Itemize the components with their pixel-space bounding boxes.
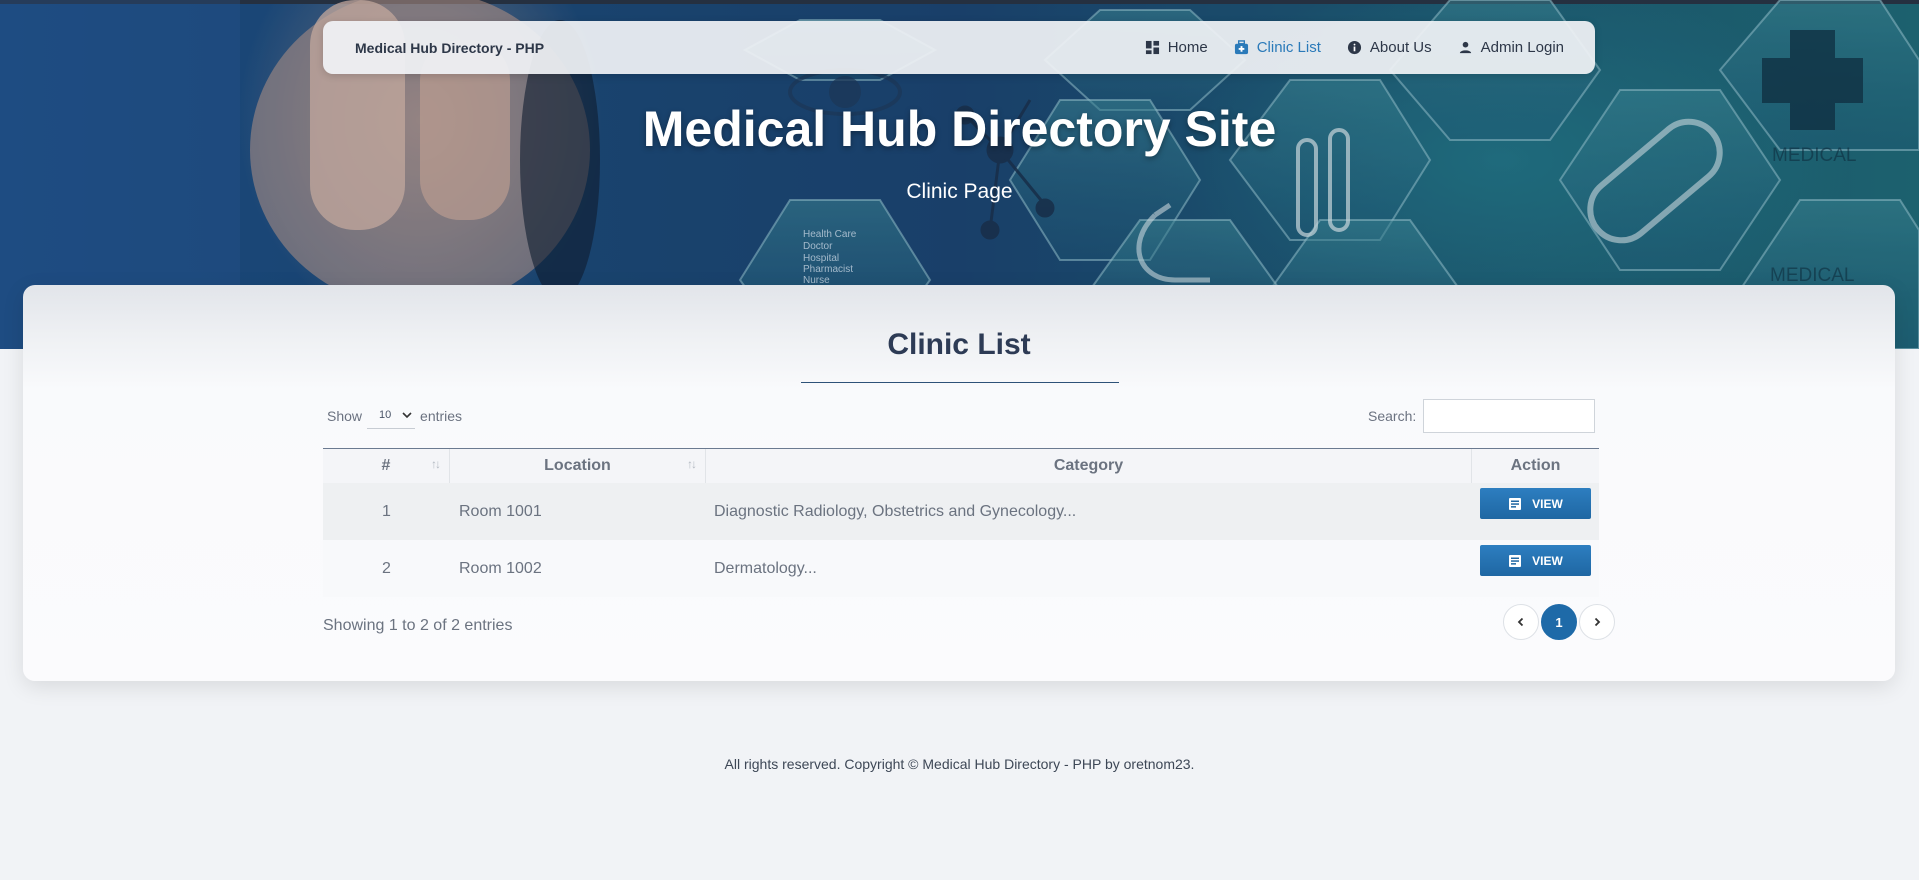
row-number: 1 (382, 502, 391, 520)
table-header: # ↑↓ Location ↑↓ Category Action (323, 448, 1599, 483)
sort-icon: ↑↓ (431, 457, 441, 471)
nav-menu: Home Clinic List About Us Admin Login (1145, 39, 1564, 56)
column-header-category: Category (706, 449, 1472, 483)
row-action-cell: VIEW (1472, 483, 1599, 540)
table-row: 2 Room 1002 Dermatology... VIEW (323, 540, 1599, 597)
document-icon (1509, 497, 1522, 510)
table-search: Search: (1368, 399, 1596, 433)
row-category: Dermatology... (714, 559, 817, 577)
show-label: Show (327, 407, 363, 424)
column-header-number[interactable]: # ↑↓ (323, 449, 450, 483)
entries-length-select[interactable]: 10 (367, 402, 416, 429)
nav-item-clinic-list[interactable]: Clinic List (1234, 39, 1321, 56)
view-button[interactable]: VIEW (1480, 545, 1591, 576)
row-category: Diagnostic Radiology, Obstetrics and Gyn… (714, 502, 1077, 520)
search-input[interactable] (1423, 399, 1596, 433)
medical-bag-icon (1234, 40, 1248, 55)
row-location: Room 1002 (459, 559, 542, 577)
previous-page-button[interactable] (1503, 604, 1539, 640)
nav-label: Admin Login (1480, 39, 1564, 56)
search-label: Search: (1368, 408, 1417, 424)
column-label: Location (544, 457, 611, 474)
clinic-list-card: Clinic List Show 10 entries Search: # ↑↓… (23, 285, 1895, 681)
column-label: # (381, 457, 391, 474)
column-header-location[interactable]: Location ↑↓ (450, 449, 706, 483)
row-action-cell: VIEW (1472, 540, 1599, 597)
row-number: 2 (382, 559, 391, 577)
brand-link[interactable]: Medical Hub Directory - PHP (355, 40, 544, 56)
nav-label: Clinic List (1256, 39, 1321, 56)
user-icon (1459, 41, 1471, 54)
nav-item-home[interactable]: Home (1145, 39, 1208, 56)
nav-label: Home (1167, 39, 1208, 56)
top-navbar: Medical Hub Directory - PHP Home Clinic … (323, 21, 1595, 74)
nav-label: About Us (1369, 39, 1432, 56)
column-label: Category (1053, 457, 1124, 474)
page-footer: All rights reserved. Copyright © Medical… (0, 756, 1919, 772)
chevron-left-icon (1517, 617, 1524, 627)
column-label: Action (1510, 457, 1561, 474)
clinic-table: # ↑↓ Location ↑↓ Category Action 1 Room … (323, 448, 1599, 597)
sort-icon: ↑↓ (687, 457, 697, 471)
dashboard-icon (1145, 40, 1159, 55)
nav-item-admin-login[interactable]: Admin Login (1458, 39, 1564, 56)
next-page-button[interactable] (1579, 604, 1615, 640)
entries-label: entries (420, 407, 463, 424)
page-button-current[interactable]: 1 (1541, 604, 1577, 640)
title-underline (801, 382, 1119, 383)
row-location: Room 1001 (459, 502, 542, 520)
view-button-label: VIEW (1532, 496, 1563, 511)
column-header-action: Action (1472, 449, 1599, 483)
card-title: Clinic List (887, 328, 1031, 361)
view-button-label: VIEW (1532, 553, 1563, 568)
copyright-text: All rights reserved. Copyright © Medical… (724, 756, 1195, 772)
nav-item-about-us[interactable]: About Us (1347, 39, 1432, 56)
chevron-right-icon (1594, 617, 1601, 627)
hero-subtitle: Clinic Page (906, 180, 1013, 203)
view-button[interactable]: VIEW (1480, 488, 1591, 519)
chevron-down-icon (402, 412, 412, 419)
hero-title: Medical Hub Directory Site (642, 101, 1277, 157)
table-info: Showing 1 to 2 of 2 entries (323, 617, 513, 634)
info-icon (1347, 40, 1361, 55)
pagination: 1 (1503, 604, 1615, 640)
table-row: 1 Room 1001 Diagnostic Radiology, Obstet… (323, 483, 1599, 540)
entries-length-value: 10 (379, 409, 392, 421)
entries-length-control: Show 10 entries (327, 402, 462, 429)
document-icon (1509, 554, 1522, 567)
